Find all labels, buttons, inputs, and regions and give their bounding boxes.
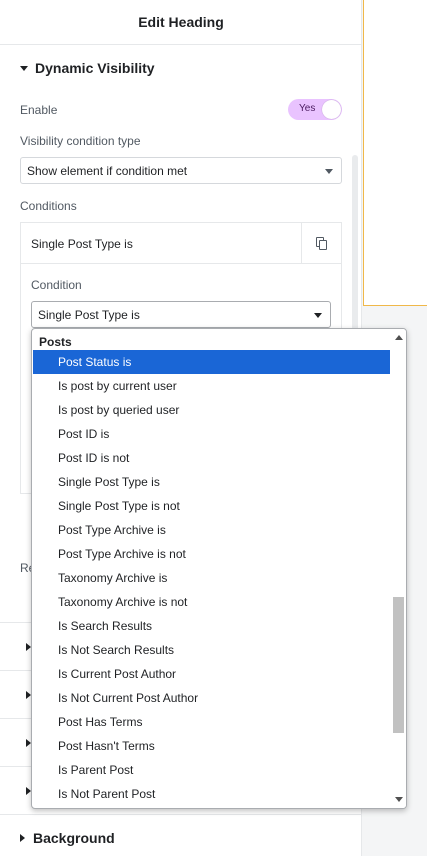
option-taxonomy-archive-is-not[interactable]: Taxonomy Archive is not <box>33 590 390 614</box>
caret-down-icon <box>20 65 28 71</box>
toggle-knob <box>322 100 341 119</box>
enable-toggle[interactable]: Yes <box>288 99 342 120</box>
duplicate-button[interactable] <box>301 223 341 264</box>
option-post-has-terms[interactable]: Post Has Terms <box>33 710 390 734</box>
enable-toggle-label: Yes <box>299 103 316 114</box>
option-post-hasnt-terms[interactable]: Post Hasn't Terms <box>33 734 390 758</box>
chevron-down-icon <box>314 313 322 318</box>
condition-dropdown-list[interactable]: Posts Post Status is Is post by current … <box>31 328 407 809</box>
option-is-not-current-post-author[interactable]: Is Not Current Post Author <box>33 686 390 710</box>
panel-title: Edit Heading <box>138 14 224 30</box>
caret-right-icon <box>20 834 25 842</box>
enable-label: Enable <box>20 103 58 117</box>
option-single-post-type-is[interactable]: Single Post Type is <box>33 470 390 494</box>
panel-header: Edit Heading <box>0 0 362 45</box>
dynamic-visibility-section-toggle[interactable]: Dynamic Visibility <box>0 45 362 91</box>
option-is-current-post-author[interactable]: Is Current Post Author <box>33 662 390 686</box>
option-is-search-results[interactable]: Is Search Results <box>33 614 390 638</box>
option-list: Post Status is Is post by current user I… <box>33 350 390 806</box>
option-post-id-is-not[interactable]: Post ID is not <box>33 446 390 470</box>
repeater-item-header[interactable]: Single Post Type is <box>21 223 341 264</box>
option-post-type-archive-is[interactable]: Post Type Archive is <box>33 518 390 542</box>
option-is-not-parent-post[interactable]: Is Not Parent Post <box>33 782 390 806</box>
scroll-up-icon[interactable] <box>395 335 403 340</box>
visibility-type-value: Show element if condition met <box>27 163 188 178</box>
option-post-status-is[interactable]: Post Status is <box>33 350 390 374</box>
option-is-post-by-queried-user[interactable]: Is post by queried user <box>33 398 390 422</box>
copy-icon <box>315 237 328 250</box>
condition-label: Condition <box>31 278 82 292</box>
visibility-type-label: Visibility condition type <box>20 134 141 148</box>
chevron-down-icon <box>325 169 333 174</box>
dropdown-scrollbar[interactable] <box>391 329 406 808</box>
optgroup-label: Posts <box>39 335 72 349</box>
option-is-parent-post[interactable]: Is Parent Post <box>33 758 390 782</box>
option-taxonomy-archive-is[interactable]: Taxonomy Archive is <box>33 566 390 590</box>
conditions-label: Conditions <box>20 199 77 213</box>
repeater-item-title: Single Post Type is <box>31 237 133 251</box>
scrollbar-thumb[interactable] <box>393 597 404 733</box>
background-section-toggle[interactable]: Background <box>0 815 362 861</box>
background-title: Background <box>33 830 115 846</box>
option-post-id-is[interactable]: Post ID is <box>33 422 390 446</box>
option-is-not-search-results[interactable]: Is Not Search Results <box>33 638 390 662</box>
option-is-post-by-current-user[interactable]: Is post by current user <box>33 374 390 398</box>
scroll-down-icon[interactable] <box>395 797 403 802</box>
dynamic-visibility-title: Dynamic Visibility <box>35 60 155 76</box>
condition-select[interactable]: Single Post Type is <box>31 301 331 328</box>
visibility-type-select[interactable]: Show element if condition met <box>20 157 342 184</box>
option-post-type-archive-is-not[interactable]: Post Type Archive is not <box>33 542 390 566</box>
condition-value: Single Post Type is <box>38 307 140 322</box>
preview-element-outline <box>363 0 427 306</box>
option-single-post-type-is-not[interactable]: Single Post Type is not <box>33 494 390 518</box>
